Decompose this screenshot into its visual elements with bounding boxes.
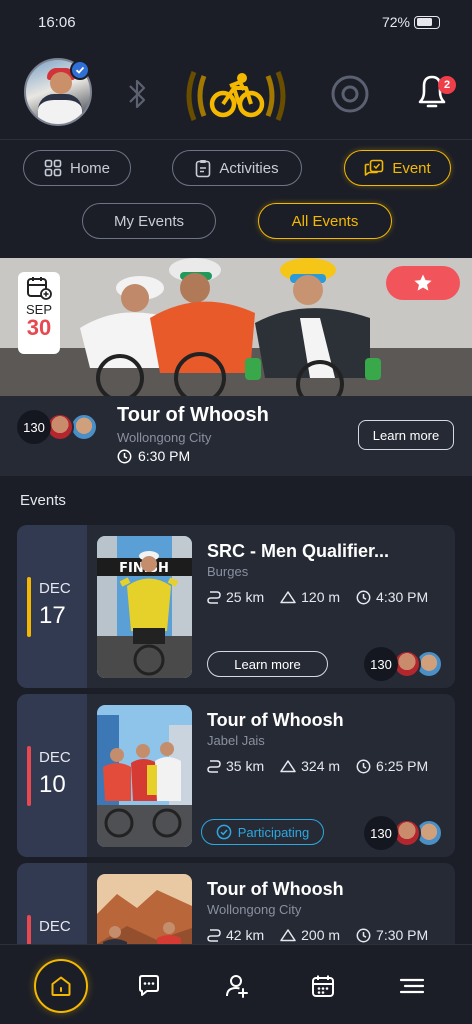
participant-count: 130 [17,410,51,444]
top-bar: 2 [0,52,472,140]
status-bar: 16:06 72% [0,0,472,44]
event-icon [365,159,384,176]
featured-day: 30 [26,315,52,340]
grid-icon [44,159,62,177]
check-circle-icon [216,824,232,840]
elevation-icon [280,591,296,604]
participating-label: Participating [237,824,310,840]
event-title: Tour of Whoosh [207,710,344,730]
event-location: Burges [207,564,249,579]
event-status-bar [27,577,31,637]
tab-home-label: Home [69,159,110,177]
route-icon [207,760,221,773]
sensor-ring-icon[interactable] [330,74,370,119]
event-elevation: 200 m [301,927,341,943]
favorite-button[interactable] [386,266,460,300]
event-time: 6:25 PM [376,758,429,774]
app-logo [184,58,288,134]
tab-event[interactable]: Event [344,150,451,186]
event-time: 7:30 PM [376,927,429,943]
event-card[interactable]: DEC 17 FINISH SRC - Men Qualifier... Bur… [17,525,455,688]
nav-chat[interactable] [136,973,162,1004]
events-heading: Events [20,492,66,509]
event-distance: 25 km [226,589,265,605]
event-elevation: 120 m [301,589,341,605]
event-distance: 42 km [226,927,265,943]
event-card[interactable]: DEC 10 Tour of Whoosh Jabel Jais 35 km 3… [17,694,455,857]
nav-home[interactable] [34,959,88,1013]
event-title: Tour of Whoosh [207,879,344,899]
participating-badge[interactable]: Participating [201,819,324,845]
featured-learn-more-button[interactable]: Learn more [358,420,454,450]
featured-time: 6:30 PM [117,448,190,464]
tab-event-label: Event [392,159,431,177]
chat-icon [139,975,159,996]
featured-location: Wollongong City [117,430,212,445]
event-time: 4:30 PM [376,589,429,605]
participant-count: 130 [364,647,398,681]
event-stats: 25 km 120 m 4:30 PM [207,589,428,605]
event-location: Wollongong City [207,902,302,917]
clock-icon [356,590,371,604]
header-divider [0,139,472,140]
featured-event-info: 130 Tour of Whoosh Wollongong City 6:30 … [0,396,472,476]
featured-event-image: SEP 30 [0,258,472,396]
event-day: 17 [39,602,66,629]
clock-icon [356,759,371,773]
event-status-bar [27,746,31,806]
event-day: 10 [39,771,66,798]
event-distance: 35 km [226,758,265,774]
featured-title: Tour of Whoosh [117,404,269,426]
tab-activities[interactable]: Activities [172,150,302,186]
tab-my-events-label: My Events [113,212,185,230]
battery-percent: 72% [381,14,410,30]
featured-time-text: 6:30 PM [138,448,191,464]
event-stats: 42 km 200 m 7:30 PM [207,927,428,943]
tab-my-events[interactable]: My Events [82,203,216,239]
elevation-icon [280,760,296,773]
event-location: Jabel Jais [207,733,265,748]
tab-home[interactable]: Home [23,150,131,186]
clock-icon [356,928,371,942]
participant-avatar [70,413,98,441]
battery-icon [414,15,440,29]
route-icon [207,591,221,604]
nav-menu[interactable] [398,973,426,1004]
event-thumbnail [97,705,192,847]
event-thumbnail: FINISH [97,536,192,678]
menu-icon [399,978,425,994]
tab-all-events-label: All Events [291,212,359,230]
add-user-icon [226,975,248,998]
event-month: DEC [39,580,71,597]
calendar-icon [312,975,334,997]
clipboard-icon [196,159,211,177]
status-time: 16:06 [38,14,76,31]
featured-date-chip: SEP 30 [18,272,60,354]
home-icon [51,976,71,996]
event-month: DEC [39,749,71,766]
nav-add-friend[interactable] [224,973,250,1004]
event-stats: 35 km 324 m 6:25 PM [207,758,428,774]
bottom-nav [0,944,472,1024]
tab-activities-label: Activities [219,159,279,177]
star-icon [414,274,432,291]
learn-more-button[interactable]: Learn more [207,651,328,677]
tab-all-events[interactable]: All Events [258,203,392,239]
event-date-column: DEC 10 [17,694,87,857]
clock-icon [117,449,132,463]
participant-count: 130 [364,816,398,850]
elevation-icon [280,929,296,942]
route-icon [207,929,221,942]
nav-calendar[interactable] [310,973,336,1004]
featured-event-card[interactable]: SEP 30 130 Tour of Whoosh Wollongong Cit… [0,258,472,476]
event-month: DEC [39,918,71,935]
verified-icon [70,60,90,80]
battery-indicator: 72% [382,14,440,30]
notification-badge: 2 [438,76,456,94]
bluetooth-icon[interactable] [124,76,152,117]
event-title: SRC - Men Qualifier... [207,541,390,561]
calendar-add-icon [27,277,52,300]
event-date-column: DEC 17 [17,525,87,688]
event-elevation: 324 m [301,758,341,774]
